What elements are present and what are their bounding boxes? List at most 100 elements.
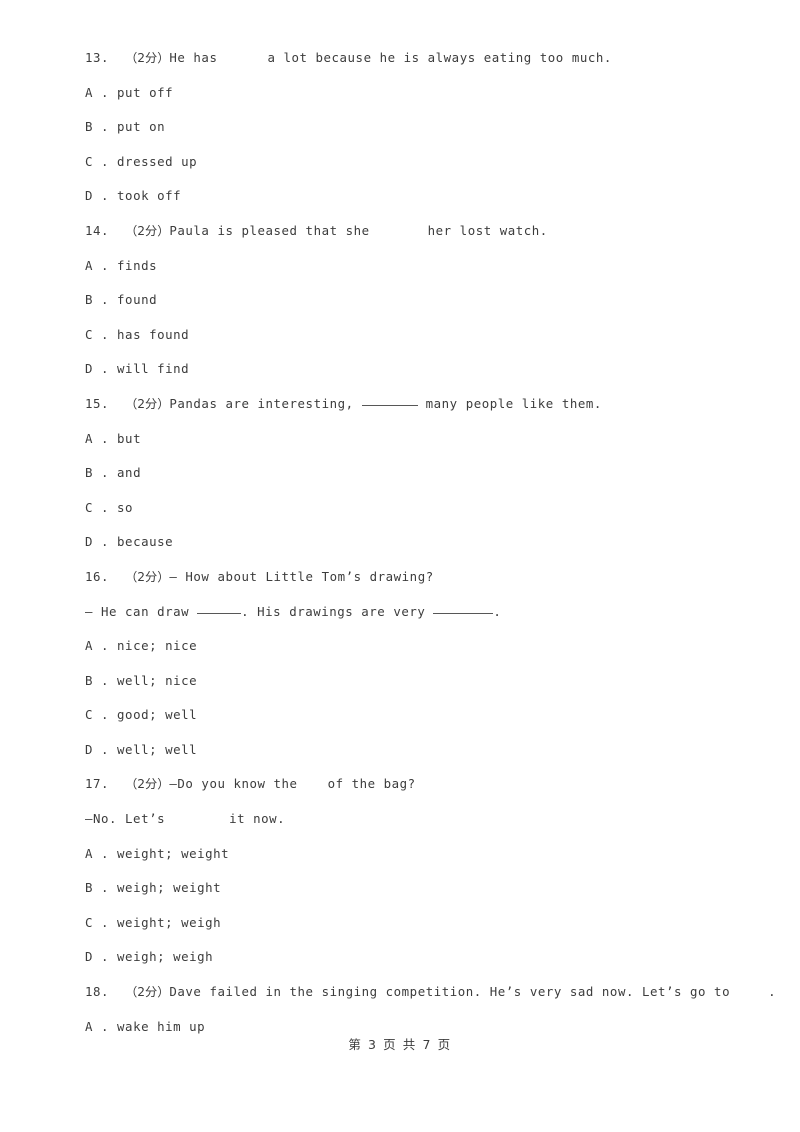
question-list: 13. （2分）He has a lot because he is always… [85,41,776,1044]
option-separator: . [93,292,118,308]
option-separator: . [93,638,118,654]
option-separator: . [93,1018,118,1034]
option-row[interactable]: D . because [85,525,765,560]
question-stem: 18. （2分）Dave failed in the singing compe… [85,975,776,1010]
option-separator: . [93,880,118,896]
option-row[interactable]: A . put off [85,76,765,111]
dialogue-part-one: —No. Let’s [85,811,174,827]
option-row[interactable]: D . will find [85,352,765,387]
option-row[interactable]: C . dressed up [85,145,765,180]
option-text: found [117,292,158,308]
option-row[interactable]: C . so [85,491,765,526]
option-text: weigh; weight [117,880,222,896]
option-separator: . [93,326,118,342]
option-letter: B [85,119,94,135]
option-row[interactable]: C . good; well [85,698,765,733]
question-points: （2分） [125,985,170,1000]
question-stem-before: Paula is pleased that she [169,222,370,238]
option-separator: . [93,672,118,688]
option-text: so [117,499,134,515]
option-separator: . [93,257,118,273]
option-letter: B [85,672,94,688]
question-points: （2分） [125,51,170,65]
option-separator: . [93,361,118,377]
option-separator: . [93,949,118,965]
option-letter: D [85,534,94,550]
option-separator: . [93,119,118,135]
option-separator: . [93,499,118,515]
question-stem: 16. （2分）— How about Little Tom’s drawing… [85,560,765,595]
option-text: wake him up [117,1018,206,1034]
question-stem-before: —Do you know the [169,776,298,792]
option-letter: C [85,499,94,515]
option-row[interactable]: D . took off [85,179,765,214]
question-stem: 14. （2分）Paula is pleased that she her los… [85,214,765,249]
answer-blank-rule [433,604,494,614]
option-letter: D [85,361,94,377]
option-row[interactable]: C . has found [85,318,765,353]
exam-page: 13. （2分）He has a lot because he is always… [0,0,800,1132]
question-stem-after: her lost watch. [427,222,548,238]
question-stem-after: . [768,984,777,1000]
option-separator: . [93,465,118,481]
option-text: well; well [117,741,198,757]
option-separator: . [93,914,118,930]
dialogue-part-one: — He can draw [85,603,198,619]
option-row[interactable]: B . well; nice [85,664,765,699]
option-text: but [117,430,142,446]
option-letter: A [85,257,94,273]
answer-blank-rule [197,604,242,614]
option-text: weight; weigh [117,914,222,930]
question-points: （2分） [125,396,170,411]
option-letter: C [85,707,94,723]
option-row[interactable]: B . put on [85,110,765,145]
option-row[interactable]: A . finds [85,249,765,284]
option-text: nice; nice [117,638,198,654]
question-stem: 17. （2分）—Do you know the of the bag? [85,767,765,802]
option-text: has found [117,326,190,342]
question-stem-after: of the bag? [327,776,416,792]
question-number: 14. [85,222,110,238]
option-row[interactable]: B . and [85,456,765,491]
question-stem-before: He has [169,50,218,65]
option-text: and [117,465,142,481]
option-letter: D [85,188,94,204]
option-separator: . [93,845,118,861]
option-row[interactable]: B . weigh; weight [85,871,765,906]
option-text: took off [117,188,182,204]
option-row[interactable]: A . nice; nice [85,629,765,664]
option-letter: D [85,741,94,757]
option-row[interactable]: D . weigh; weigh [85,940,765,975]
option-separator: . [93,534,118,550]
option-row[interactable]: D . well; well [85,733,765,768]
question-points: （2分） [125,223,170,238]
dialogue-part-three: . [493,603,502,619]
question-stem-before: — How about Little Tom’s drawing? [169,568,434,584]
option-text: good; well [117,707,198,723]
option-row[interactable]: A . but [85,422,765,457]
option-row[interactable]: C . weight; weigh [85,906,765,941]
option-text: finds [117,257,158,273]
option-text: dressed up [117,153,198,169]
question-number: 18. [85,984,110,1000]
option-letter: A [85,84,94,100]
option-letter: B [85,465,94,481]
option-separator: . [93,430,118,446]
question-number: 13. [85,50,110,65]
option-row[interactable]: A . weight; weight [85,837,765,872]
question-number: 17. [85,776,110,792]
question-stem-after: a lot because he is always eating too mu… [267,50,612,65]
option-row[interactable]: B . found [85,283,765,318]
option-separator: . [93,741,118,757]
option-text: well; nice [117,672,198,688]
question-stem-after: many people like them. [425,395,602,411]
option-separator: . [93,188,118,204]
option-letter: D [85,949,94,965]
option-letter: C [85,153,94,169]
question-number: 16. [85,568,110,584]
dialogue-part-two: . His drawings are very [241,603,434,619]
question-stem-before: Dave failed in the singing competition. … [169,984,731,1000]
option-separator: . [93,707,118,723]
question-stem-second-line: —No. Let’s it now. [85,802,765,837]
answer-blank-rule [361,396,418,406]
